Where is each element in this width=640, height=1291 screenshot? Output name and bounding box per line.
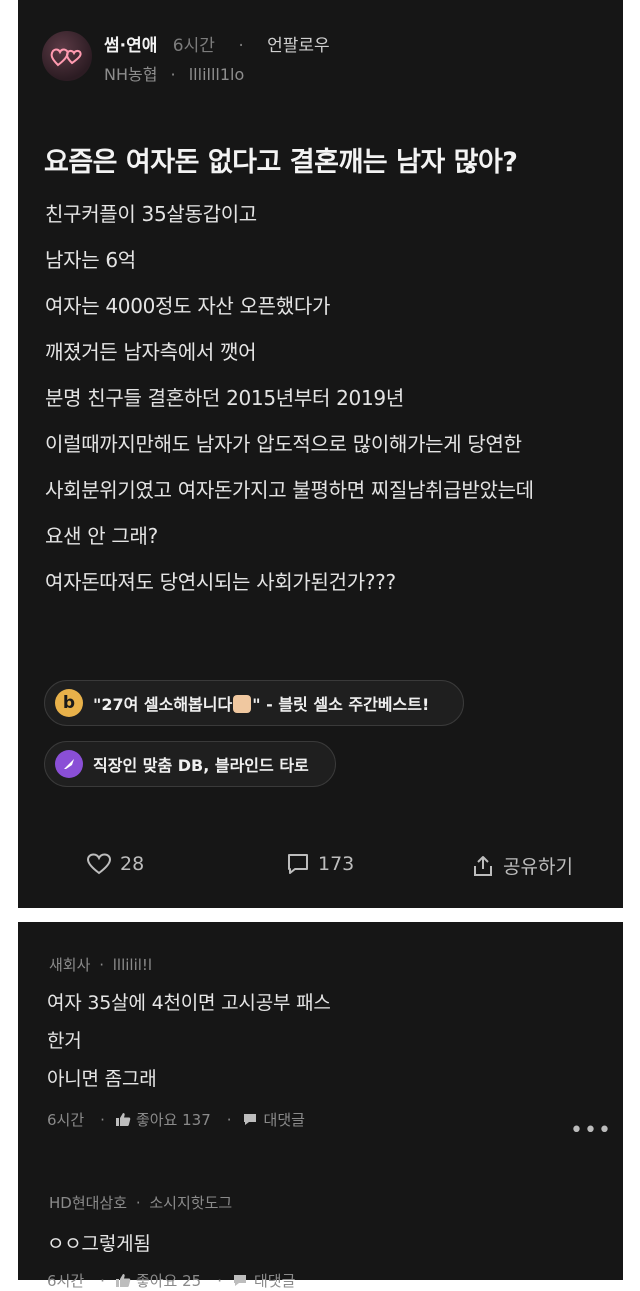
share-button[interactable]: 공유하기	[471, 852, 573, 879]
body-line: 사회분위기였고 여자돈가지고 불평하면 찌질남취급받았는데	[45, 478, 534, 502]
separator: ·	[135, 1194, 141, 1212]
tarot-icon	[55, 750, 83, 778]
body-line: 분명 친구들 결혼하던 2015년부터 2019년	[45, 386, 404, 410]
comment-footer: 6시간 · 좋아요 25 · 대댓글	[47, 1270, 301, 1291]
separator: ·	[238, 36, 244, 56]
comment-footer: 6시간 · 좋아요 137 · 대댓글	[47, 1109, 311, 1130]
post-title: 요즘은 여자돈 없다고 결혼깨는 남자 많아?	[44, 147, 518, 178]
comment-author: 새회사 · lllilil!l	[49, 954, 152, 975]
blind-b-icon: b	[55, 689, 83, 717]
body-line: 요샌 안 그래?	[45, 524, 158, 548]
hearts-icon	[50, 48, 82, 67]
body-line: 여자돈따져도 당연시되는 사회가된건가???	[45, 570, 396, 594]
comments-section	[18, 922, 623, 1280]
body-line: 여자는 4000정도 자산 오픈했다가	[45, 294, 331, 318]
comment-line: 여자 35살에 4천이면 고시공부 패스	[47, 992, 331, 1014]
reply-button[interactable]: 대댓글	[264, 1109, 305, 1130]
separator: ·	[217, 1271, 222, 1290]
post-time: 6시간	[172, 36, 215, 56]
promo-chip-selfie-best[interactable]: b "27여 셀소해봅니다 " - 블릿 셀소 주간베스트!	[44, 680, 464, 726]
body-line: 깨졌거든 남자측에서 깻어	[45, 340, 257, 364]
separator: ·	[100, 1110, 105, 1129]
raising-hand-emoji-icon	[233, 695, 252, 713]
comment-company: HD현대삼호	[49, 1194, 128, 1212]
share-label: 공유하기	[503, 856, 573, 878]
body-line: 이럴때까지만해도 남자가 압도적으로 많이해가는게 당연한	[45, 432, 522, 456]
comment-like-button[interactable]: 좋아요 137	[136, 1109, 211, 1130]
reply-button[interactable]: 대댓글	[254, 1270, 295, 1291]
board-name[interactable]: 썸·연애	[104, 36, 157, 56]
comment-time: 6시간	[47, 1272, 85, 1290]
comment-company: 새회사	[49, 956, 91, 974]
chip-label: 직장인 맞춤 DB, 블라인드 타로	[93, 756, 309, 775]
avatar[interactable]	[42, 31, 92, 81]
comment-line: ㅇㅇ그렇게됨	[47, 1233, 151, 1255]
like-button[interactable]: 28	[86, 852, 144, 876]
comment-nickname[interactable]: lllilil!l	[113, 956, 152, 974]
separator: ·	[99, 956, 104, 974]
comment-like-button[interactable]: 좋아요 25	[136, 1270, 201, 1291]
reply-icon[interactable]	[232, 1273, 248, 1288]
comment-author: HD현대삼호 · 소시지핫도그	[49, 1192, 232, 1213]
thumbs-up-icon[interactable]	[115, 1273, 131, 1288]
chip-label-part: "27여 셀소해봅니다	[93, 695, 233, 714]
separator: ·	[226, 1110, 232, 1129]
comment-icon	[288, 854, 308, 874]
comment-count: 173	[318, 853, 355, 875]
body-line: 친구커플이 35살동갑이고	[45, 202, 257, 226]
company-name: NH농협	[104, 65, 158, 84]
reply-icon[interactable]	[242, 1112, 258, 1127]
post-meta: 썸·연애 6시간 · 언팔로우	[104, 31, 330, 56]
unfollow-button[interactable]: 언팔로우	[267, 36, 330, 56]
comment-nickname[interactable]: 소시지핫도그	[149, 1194, 232, 1212]
chip-label: "27여 셀소해봅니다 " - 블릿 셀소 주간베스트!	[93, 691, 429, 715]
author-info: NH농협 · lllilll1lo	[104, 61, 244, 85]
comment-line: 한거	[47, 1030, 82, 1052]
separator: ·	[170, 65, 176, 84]
thumbs-up-icon[interactable]	[115, 1112, 131, 1127]
promo-chip-tarot[interactable]: 직장인 맞춤 DB, 블라인드 타로	[44, 741, 336, 787]
comment-time: 6시간	[47, 1111, 85, 1129]
separator: ·	[100, 1271, 105, 1290]
share-icon	[474, 855, 492, 876]
like-count: 28	[120, 853, 145, 875]
author-nickname[interactable]: lllilll1lo	[189, 65, 245, 84]
comment-button[interactable]: 173	[286, 852, 354, 876]
comment-line: 아니면 좀그래	[47, 1068, 157, 1090]
more-options-icon[interactable]: •••	[570, 1118, 612, 1143]
body-line: 남자는 6억	[45, 248, 136, 272]
heart-icon	[86, 853, 112, 875]
chip-label-part: " - 블릿 셀소 주간베스트!	[252, 695, 430, 714]
